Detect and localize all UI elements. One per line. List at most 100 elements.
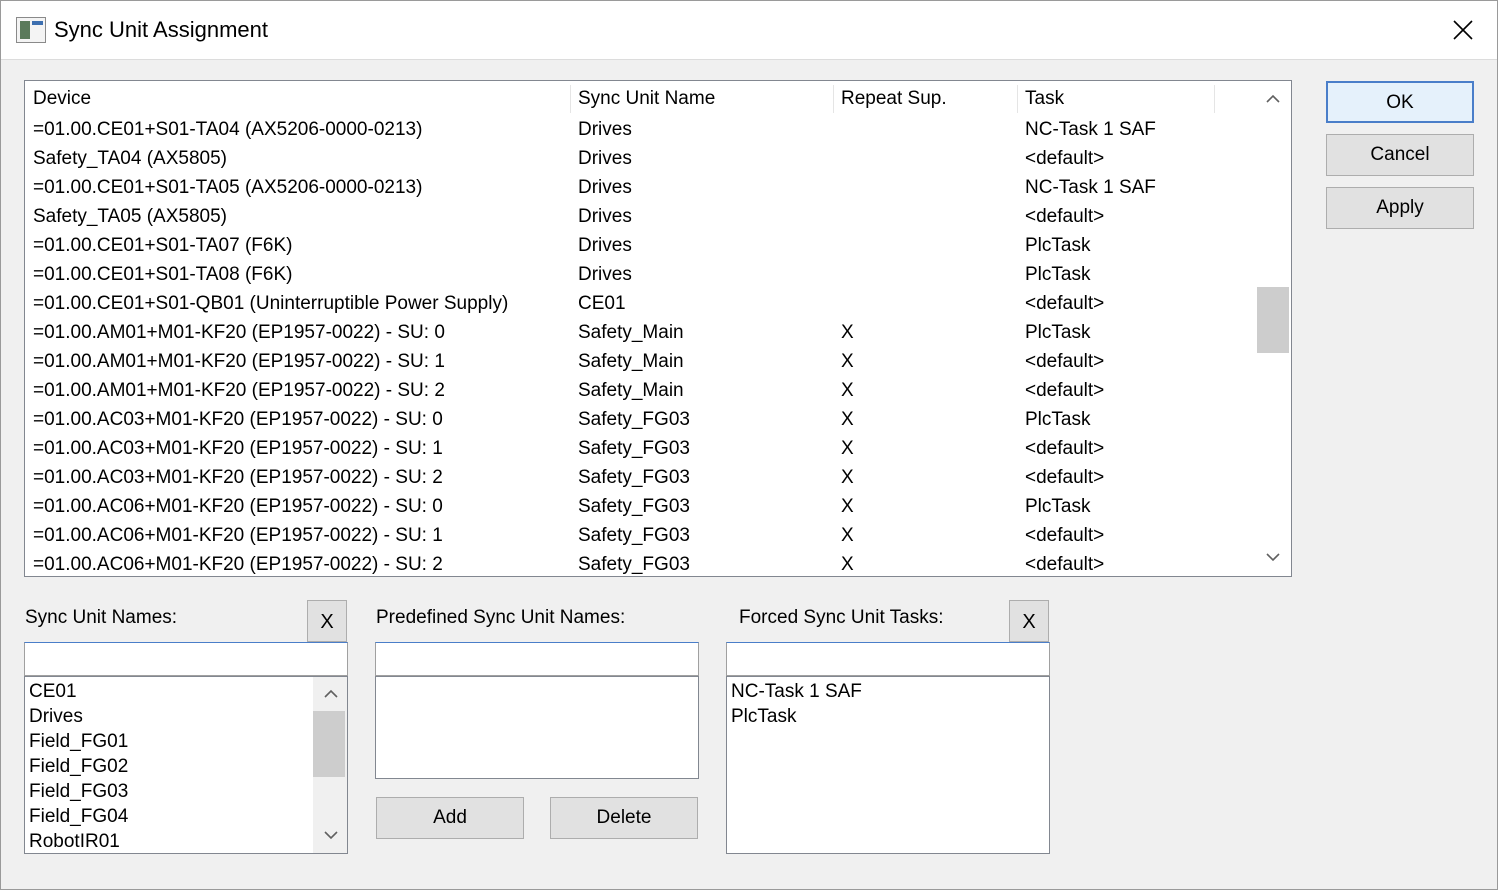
device-cell: =01.00.CE01+S01-TA04 (AX5206-0000-0213) [33,119,423,140]
clear-forced-tasks-button[interactable]: X [1009,600,1049,642]
task-cell: NC-Task 1 SAF [1025,177,1156,198]
repeat-sup-cell [833,289,841,318]
list-item[interactable]: RobotIR01 [25,829,347,853]
task-cell: <default> [1025,554,1105,575]
forced-sync-unit-tasks-label: Forced Sync Unit Tasks: [739,607,944,628]
grid-body: =01.00.CE01+S01-TA04 (AX5206-0000-0213) D… [25,115,1255,576]
scroll-down-button[interactable] [1255,540,1291,576]
table-row[interactable]: Safety_TA04 (AX5805) Drives <default> [25,144,1255,173]
table-row[interactable]: Safety_TA05 (AX5805) Drives <default> [25,202,1255,231]
chevron-up-icon [1266,94,1280,103]
list-item[interactable]: PlcTask [727,704,1049,729]
repeat-sup-cell: X [841,351,854,372]
add-button[interactable]: Add [376,797,524,839]
column-header-device[interactable]: Device [25,81,91,115]
sync-unit-name-cell: Safety_Main [578,322,684,343]
scroll-thumb[interactable] [1257,287,1289,353]
ok-button[interactable]: OK [1326,81,1474,123]
repeat-sup-cell [833,115,841,144]
device-cell: =01.00.CE01+S01-TA08 (F6K) [33,264,293,285]
scroll-up-button[interactable] [313,677,347,711]
clear-sync-unit-names-button[interactable]: X [307,600,347,642]
forced-task-input[interactable] [726,642,1050,676]
table-row[interactable]: =01.00.CE01+S01-TA04 (AX5206-0000-0213) D… [25,115,1255,144]
table-row[interactable]: =01.00.AM01+M01-KF20 (EP1957-0022) - SU:… [25,318,1255,347]
list-item[interactable]: Field_FG01 [25,729,347,754]
task-cell: <default> [1025,206,1105,227]
table-row[interactable]: =01.00.AM01+M01-KF20 (EP1957-0022) - SU:… [25,376,1255,405]
device-cell: =01.00.AM01+M01-KF20 (EP1957-0022) - SU:… [33,380,445,401]
device-cell: =01.00.AM01+M01-KF20 (EP1957-0022) - SU:… [33,322,445,343]
sync-unit-name-cell: Drives [578,177,632,198]
list-item[interactable]: CE01 [25,679,347,704]
task-cell: PlcTask [1025,322,1091,343]
device-cell: =01.00.CE01+S01-TA05 (AX5206-0000-0213) [33,177,423,198]
task-cell: PlcTask [1025,496,1091,517]
table-row[interactable]: =01.00.CE01+S01-TA07 (F6K) Drives PlcTask [25,231,1255,260]
sync-unit-name-cell: Drives [578,119,632,140]
list-item[interactable]: Field_FG04 [25,804,347,829]
repeat-sup-cell [833,260,841,289]
repeat-sup-cell: X [841,322,854,343]
task-cell: PlcTask [1025,235,1091,256]
device-cell: Safety_TA04 (AX5805) [33,148,227,169]
task-cell: <default> [1025,438,1105,459]
table-row[interactable]: =01.00.CE01+S01-QB01 (Uninterruptible Po… [25,289,1255,318]
table-row[interactable]: =01.00.AC06+M01-KF20 (EP1957-0022) - SU:… [25,521,1255,550]
scroll-up-button[interactable] [1255,81,1291,117]
table-row[interactable]: =01.00.AC03+M01-KF20 (EP1957-0022) - SU:… [25,463,1255,492]
scroll-thumb[interactable] [313,711,345,777]
table-row[interactable]: =01.00.AC03+M01-KF20 (EP1957-0022) - SU:… [25,434,1255,463]
sync-unit-names-scrollbar[interactable] [313,677,347,853]
sync-unit-name-cell: CE01 [578,293,626,314]
device-cell: =01.00.AC06+M01-KF20 (EP1957-0022) - SU:… [33,554,443,575]
grid-vertical-scrollbar[interactable] [1255,81,1291,576]
repeat-sup-cell [833,173,841,202]
forced-sync-unit-tasks-list[interactable]: NC-Task 1 SAF PlcTask [726,676,1050,854]
delete-button[interactable]: Delete [550,797,698,839]
list-item[interactable]: Field_FG03 [25,779,347,804]
table-row[interactable]: =01.00.AM01+M01-KF20 (EP1957-0022) - SU:… [25,347,1255,376]
device-cell: =01.00.CE01+S01-TA07 (F6K) [33,235,293,256]
close-icon [1453,20,1473,40]
sync-unit-name-cell: Safety_Main [578,380,684,401]
column-header-repeat-sup[interactable]: Repeat Sup. [833,81,947,115]
device-cell: =01.00.AC03+M01-KF20 (EP1957-0022) - SU:… [33,438,443,459]
predefined-sync-unit-name-input[interactable] [375,642,699,676]
task-cell: NC-Task 1 SAF [1025,119,1156,140]
table-row[interactable]: =01.00.CE01+S01-TA08 (F6K) Drives PlcTask [25,260,1255,289]
task-cell: PlcTask [1025,264,1091,285]
task-cell: PlcTask [1025,409,1091,430]
chevron-up-icon [324,689,338,698]
repeat-sup-cell [833,231,841,260]
column-header-task[interactable]: Task [1017,81,1064,115]
cancel-button[interactable]: Cancel [1326,134,1474,176]
list-item[interactable]: NC-Task 1 SAF [727,679,1049,704]
repeat-sup-cell: X [841,409,854,430]
column-header-sync-unit-name[interactable]: Sync Unit Name [570,81,715,115]
sync-unit-name-cell: Drives [578,264,632,285]
sync-unit-name-cell: Safety_FG03 [578,467,690,488]
scroll-down-button[interactable] [313,819,347,853]
list-item[interactable]: Drives [25,704,347,729]
table-row[interactable]: =01.00.AC06+M01-KF20 (EP1957-0022) - SU:… [25,550,1255,576]
task-cell: <default> [1025,351,1105,372]
list-item[interactable]: Field_FG02 [25,754,347,779]
sync-unit-name-cell: Safety_FG03 [578,496,690,517]
chevron-down-icon [324,831,338,840]
title-bar: Sync Unit Assignment [0,0,1498,60]
predefined-sync-unit-names-list[interactable] [375,676,699,779]
close-button[interactable] [1428,0,1498,60]
table-row[interactable]: =01.00.AC06+M01-KF20 (EP1957-0022) - SU:… [25,492,1255,521]
table-row[interactable]: =01.00.AC03+M01-KF20 (EP1957-0022) - SU:… [25,405,1255,434]
sync-unit-name-input[interactable] [24,642,348,676]
repeat-sup-cell: X [841,496,854,517]
device-grid[interactable]: Device Sync Unit Name Repeat Sup. Task =… [24,80,1292,577]
sync-unit-name-cell: Safety_FG03 [578,409,690,430]
apply-button[interactable]: Apply [1326,187,1474,229]
device-cell: =01.00.AM01+M01-KF20 (EP1957-0022) - SU:… [33,351,445,372]
repeat-sup-cell: X [841,554,854,575]
sync-unit-names-list[interactable]: CE01 Drives Field_FG01 Field_FG02 Field_FG03… [24,676,348,854]
table-row[interactable]: =01.00.CE01+S01-TA05 (AX5206-0000-0213) D… [25,173,1255,202]
repeat-sup-cell [833,202,841,231]
